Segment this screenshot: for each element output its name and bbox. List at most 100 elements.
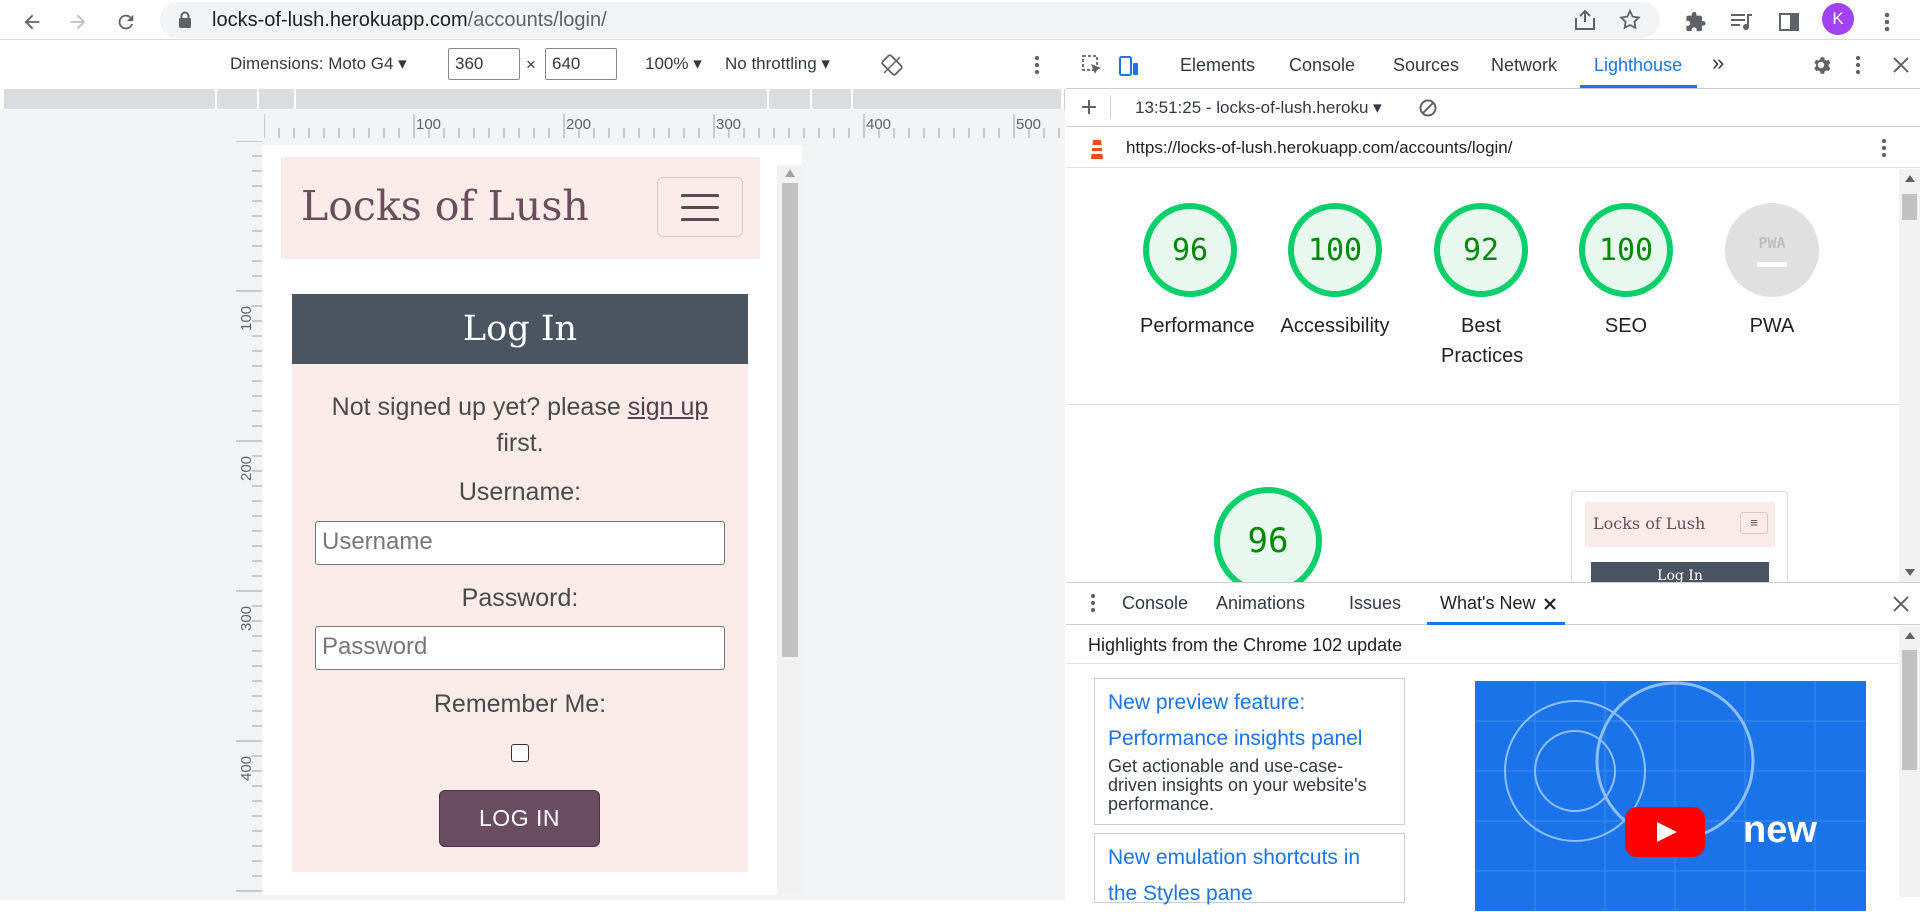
drawer-tabbar: Console Animations Issues What's New: [1066, 583, 1920, 625]
signup-prompt: Not signed up yet? please sign up first.: [331, 393, 709, 457]
inspect-element-icon[interactable]: [1081, 54, 1103, 76]
side-panel-icon[interactable]: [1773, 6, 1805, 38]
score-gauge-pwa[interactable]: PWA PWA: [1722, 203, 1822, 341]
browser-menu-icon[interactable]: [1871, 6, 1903, 38]
more-tabs-icon[interactable]: »: [1712, 50, 1724, 76]
score-value: 100: [1579, 203, 1673, 297]
device-height-input[interactable]: 640: [545, 48, 617, 80]
hamburger-menu-icon[interactable]: [657, 177, 743, 237]
youtube-play-icon[interactable]: [1625, 807, 1705, 857]
media-playlist-icon[interactable]: [1725, 6, 1757, 38]
ruler-label: 200: [238, 456, 255, 481]
rotate-icon[interactable]: [880, 53, 904, 77]
report-selector[interactable]: 13:51:25 - locks-of-lush.heroku ▾: [1135, 98, 1382, 118]
extensions-icon[interactable]: [1680, 6, 1712, 38]
tab-elements[interactable]: Elements: [1180, 55, 1255, 76]
devtools-panel: Elements Console Sources Network Lightho…: [1066, 41, 1920, 911]
score-gauge-seo[interactable]: 100 SEO: [1576, 203, 1676, 341]
final-screenshot-thumbnail: Locks of Lush ≡ Log In: [1571, 491, 1788, 582]
drawer-scrollbar[interactable]: [1899, 626, 1920, 897]
emulated-viewport: Locks of Lush Log In Not signed up yet? …: [262, 145, 802, 895]
drawer-menu-icon[interactable]: [1090, 593, 1096, 613]
reload-icon[interactable]: [110, 6, 142, 38]
username-input[interactable]: Username: [315, 521, 725, 565]
device-emulation-pane: Dimensions: Moto G4 ▾ 360 × 640 100% ▾ N…: [0, 41, 1065, 900]
whats-new-card[interactable]: New preview feature: Performance insight…: [1094, 678, 1405, 825]
ruler-label: 300: [716, 116, 741, 133]
remember-me-checkbox[interactable]: [511, 744, 529, 762]
lock-icon[interactable]: [178, 11, 192, 29]
whats-new-card[interactable]: New emulation shortcuts in the Styles pa…: [1094, 833, 1405, 905]
devtools-drawer: Console Animations Issues What's New Hig…: [1066, 582, 1920, 911]
detail-score-gauge: 96: [1213, 487, 1323, 582]
url-text: locks-of-lush.herokuapp.com/accounts/log…: [212, 9, 607, 31]
video-artwork: [1475, 681, 1866, 911]
device-dimensions-select[interactable]: Dimensions: Moto G4 ▾: [230, 54, 407, 74]
device-more-icon[interactable]: [1034, 55, 1040, 75]
tab-console[interactable]: Console: [1289, 55, 1355, 76]
card-title-line1: New emulation shortcuts in: [1108, 846, 1361, 869]
vertical-ruler: 100 200 300 400 500: [236, 141, 262, 892]
login-button[interactable]: LOG IN: [439, 790, 600, 847]
site-navbar: Locks of Lush: [281, 157, 760, 259]
drawer-tab-console[interactable]: Console: [1122, 593, 1188, 614]
username-label: Username:: [458, 478, 582, 506]
active-tab-indicator: [1580, 85, 1697, 88]
devtools-menu-icon[interactable]: [1855, 55, 1861, 75]
bookmark-star-icon[interactable]: [1618, 8, 1642, 32]
device-toggle-icon[interactable]: [1118, 53, 1140, 77]
forward-arrow-icon[interactable]: [62, 6, 94, 38]
clear-reports-icon[interactable]: [1418, 98, 1438, 118]
viewport-scrollbar[interactable]: [777, 165, 802, 895]
scroll-down-icon: [1905, 569, 1915, 576]
video-caption: new: [1743, 809, 1817, 851]
settings-gear-icon[interactable]: [1810, 54, 1832, 76]
scrollbar-thumb: [1902, 650, 1917, 770]
share-icon[interactable]: [1573, 9, 1597, 31]
throttling-select[interactable]: No throttling ▾: [725, 54, 830, 74]
zoom-select[interactable]: 100% ▾: [645, 54, 702, 74]
drawer-tab-animations[interactable]: Animations: [1216, 593, 1305, 614]
card-description: Get actionable and use-case-driven insig…: [1108, 756, 1367, 814]
ruler-label: 300: [238, 606, 255, 631]
score-value: 92: [1434, 203, 1528, 297]
score-gauge-performance[interactable]: 96 Performance: [1140, 203, 1255, 341]
scroll-up-icon[interactable]: [785, 169, 795, 177]
score-gauge-accessibility[interactable]: 100 Accessibility: [1275, 203, 1395, 341]
drawer-tab-issues[interactable]: Issues: [1349, 593, 1401, 614]
lighthouse-toolbar: 13:51:25 - locks-of-lush.heroku ▾: [1066, 89, 1920, 127]
media-query-bar[interactable]: [4, 89, 1061, 109]
site-brand[interactable]: Locks of Lush: [301, 182, 589, 230]
tab-sources[interactable]: Sources: [1393, 55, 1459, 76]
drawer-tab-whats-new[interactable]: What's New: [1440, 593, 1535, 614]
profile-avatar[interactable]: K: [1822, 3, 1854, 35]
password-label: Password:: [461, 584, 579, 612]
report-url-bar: https://locks-of-lush.herokuapp.com/acco…: [1066, 128, 1920, 168]
score-label: Accessibility: [1280, 315, 1390, 337]
tab-network[interactable]: Network: [1491, 55, 1557, 76]
address-bar[interactable]: locks-of-lush.herokuapp.com/accounts/log…: [160, 2, 1660, 38]
score-value: 100: [1288, 203, 1382, 297]
report-menu-icon[interactable]: [1881, 138, 1887, 158]
card-title-line1: New preview feature:: [1108, 691, 1306, 714]
video-thumbnail[interactable]: new: [1475, 681, 1866, 911]
ruler-label: 500: [1016, 116, 1041, 133]
signup-link[interactable]: sign up: [628, 393, 709, 421]
device-width-input[interactable]: 360: [448, 48, 520, 80]
score-gauge-best-practices[interactable]: 92 Best Practices: [1431, 203, 1531, 371]
tab-lighthouse[interactable]: Lighthouse: [1594, 55, 1682, 76]
back-arrow-icon[interactable]: [16, 6, 48, 38]
report-scrollbar[interactable]: [1899, 169, 1920, 582]
close-tab-icon[interactable]: [1544, 598, 1556, 610]
close-devtools-icon[interactable]: [1892, 56, 1910, 74]
remember-label: Remember Me:: [433, 690, 607, 718]
close-drawer-icon[interactable]: [1893, 596, 1909, 612]
ruler-label: 400: [238, 756, 255, 781]
scrollbar-thumb: [1902, 194, 1917, 220]
scrollbar-thumb[interactable]: [782, 183, 798, 657]
lighthouse-report: 96 Performance 100 Accessibility 92 Best…: [1066, 169, 1899, 582]
new-report-plus-icon[interactable]: [1080, 98, 1098, 116]
score-label: PWA: [1749, 315, 1795, 337]
login-card-title: Log In: [292, 294, 748, 364]
password-input[interactable]: Password: [315, 626, 725, 670]
